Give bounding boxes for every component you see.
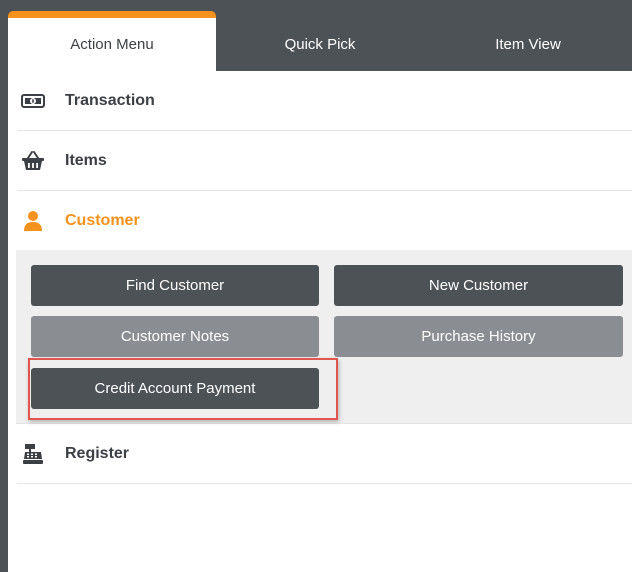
- person-icon: [19, 210, 47, 232]
- new-customer-button[interactable]: New Customer: [334, 265, 623, 306]
- credit-account-payment-button[interactable]: Credit Account Payment: [31, 368, 319, 409]
- action-menu: Transaction Items Customer Find Customer…: [16, 71, 632, 484]
- find-customer-button[interactable]: Find Customer: [31, 265, 319, 306]
- money-icon: [19, 90, 47, 112]
- menu-item-label: Customer: [65, 211, 140, 229]
- tab-action-menu[interactable]: Action Menu: [8, 11, 216, 71]
- tab-bar: Action Menu Quick Pick Item View: [8, 11, 632, 71]
- window-left-border: [0, 0, 8, 572]
- purchase-history-button[interactable]: Purchase History: [334, 316, 623, 357]
- tab-quick-pick[interactable]: Quick Pick: [216, 18, 424, 71]
- customer-actions-panel: Find Customer New Customer Customer Note…: [16, 250, 632, 424]
- menu-item-register[interactable]: Register: [17, 424, 632, 484]
- cash-register-icon: [19, 443, 47, 465]
- menu-item-customer[interactable]: Customer: [17, 191, 632, 250]
- tab-item-view[interactable]: Item View: [424, 18, 632, 71]
- menu-item-items[interactable]: Items: [17, 131, 632, 191]
- menu-item-transaction[interactable]: Transaction: [17, 71, 632, 131]
- menu-item-label: Register: [65, 444, 130, 462]
- customer-notes-button[interactable]: Customer Notes: [31, 316, 319, 357]
- menu-item-label: Items: [65, 151, 107, 169]
- basket-icon: [19, 150, 47, 172]
- menu-item-label: Transaction: [65, 91, 155, 109]
